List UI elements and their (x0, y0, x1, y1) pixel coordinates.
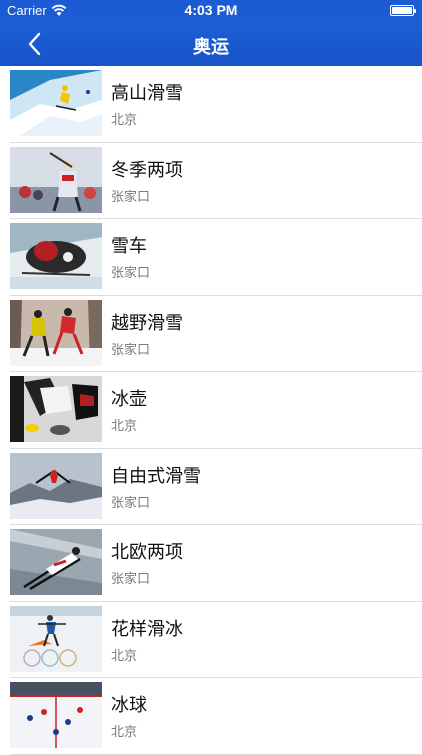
event-list: 高山滑雪 北京 冬季两项 张家口 雪车 张家口 越野滑雪 张家口 冰壶 北京 自… (0, 66, 422, 755)
list-item[interactable]: 越野滑雪 张家口 (0, 296, 422, 373)
clock-label: 4:03 PM (184, 2, 238, 18)
cross-country-skiing-photo (10, 299, 102, 366)
event-name: 自由式滑雪 (111, 465, 201, 487)
event-location: 北京 (111, 648, 138, 664)
event-location: 张家口 (111, 495, 151, 511)
navigation-bar: 奥运 (0, 22, 422, 66)
status-bar: Carrier 4:03 PM (0, 0, 422, 22)
event-name: 北欧两项 (111, 542, 183, 563)
battery-icon (390, 5, 416, 16)
list-item[interactable]: 冬季两项 张家口 (0, 143, 422, 220)
event-location: 张家口 (111, 342, 151, 358)
list-item[interactable]: 花样滑冰 北京 (0, 602, 422, 679)
event-location: 北京 (111, 419, 138, 434)
figure-skating-photo (10, 605, 102, 672)
event-name: 高山滑雪 (111, 83, 183, 104)
event-location: 北京 (111, 113, 138, 128)
page-title: 奥运 (193, 37, 229, 58)
biathlon-photo (10, 146, 102, 213)
nordic-combined-photo (10, 529, 102, 595)
list-item[interactable]: 冰壶 北京 (0, 372, 422, 449)
event-location: 张家口 (111, 572, 151, 587)
freestyle-skiing-photo (10, 452, 102, 519)
bobsleigh-photo (10, 223, 102, 289)
list-item[interactable]: 高山滑雪 北京 (0, 66, 422, 143)
list-item[interactable]: 雪车 张家口 (0, 219, 422, 296)
event-location: 北京 (111, 725, 138, 740)
event-name: 冰球 (111, 695, 147, 716)
list-item[interactable]: 北欧两项 张家口 (0, 525, 422, 602)
curling-photo (10, 376, 102, 442)
event-name: 雪车 (111, 236, 147, 257)
event-name: 花样滑冰 (111, 618, 183, 640)
event-location: 张家口 (111, 189, 151, 205)
event-name: 冰壶 (111, 389, 147, 410)
list-item[interactable]: 自由式滑雪 张家口 (0, 449, 422, 526)
event-location: 张家口 (111, 266, 151, 281)
ice-hockey-photo (10, 682, 102, 748)
event-name: 冬季两项 (111, 159, 183, 181)
alpine-skiing-photo (10, 70, 102, 136)
list-item[interactable]: 冰球 北京 (0, 678, 422, 755)
event-name: 越野滑雪 (111, 312, 183, 334)
